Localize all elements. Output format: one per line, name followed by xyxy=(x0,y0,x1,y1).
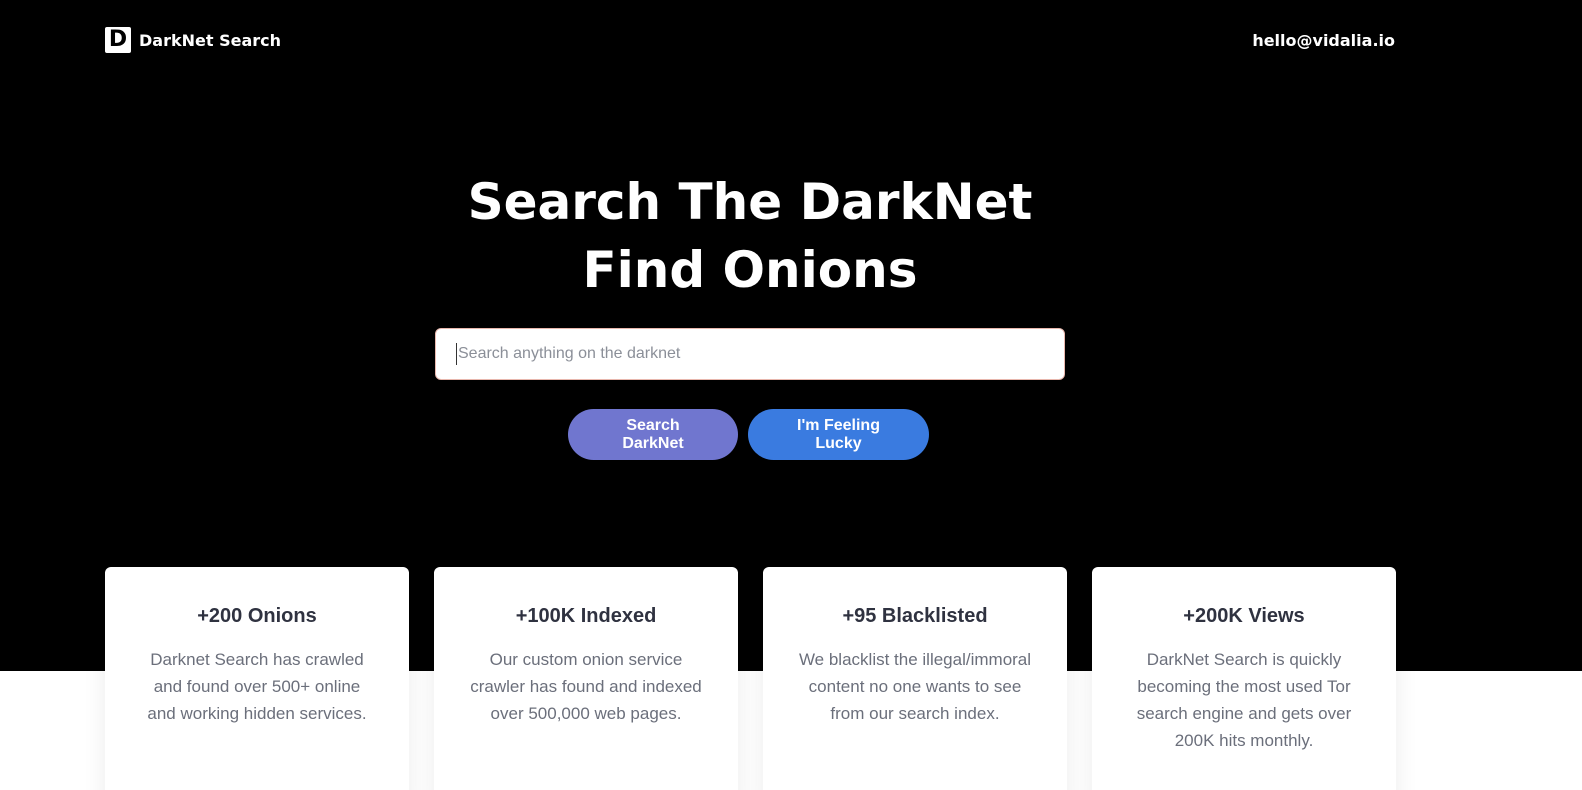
stat-card-title: +200K Views xyxy=(1183,605,1305,627)
brand-link[interactable]: D DarkNet Search xyxy=(105,27,281,53)
logo-icon: D xyxy=(105,27,131,53)
hero-title: Search The DarkNet Find Onions xyxy=(0,168,1500,304)
search-box xyxy=(435,328,1065,380)
stat-card-onions: +200 Onions Darknet Search has crawled a… xyxy=(105,567,409,790)
stat-card-text: Our custom onion service crawler has fou… xyxy=(470,650,702,723)
stat-card-title: +100K Indexed xyxy=(515,605,657,627)
feeling-lucky-button[interactable]: I'm Feeling Lucky xyxy=(748,409,929,460)
stat-card-text: DarkNet Search is quickly becoming the m… xyxy=(1136,650,1352,750)
hero-title-line2: Find Onions xyxy=(582,241,918,299)
contact-email-link[interactable]: hello@vidalia.io xyxy=(1252,31,1395,50)
search-darknet-button[interactable]: Search DarkNet xyxy=(568,409,738,460)
stat-card-text: We blacklist the illegal/immoral content… xyxy=(798,650,1032,723)
stats-cards: +200 Onions Darknet Search has crawled a… xyxy=(105,567,1396,790)
stat-card-blacklisted: +95 Blacklisted We blacklist the illegal… xyxy=(763,567,1067,790)
stat-card-views: +200K Views DarkNet Search is quickly be… xyxy=(1092,567,1396,790)
hero-title-line1: Search The DarkNet xyxy=(467,173,1033,231)
page: D DarkNet Search hello@vidalia.io Search… xyxy=(0,0,1582,790)
navbar: D DarkNet Search hello@vidalia.io xyxy=(105,26,1395,54)
brand-name: DarkNet Search xyxy=(139,30,282,50)
stat-card-title: +95 Blacklisted xyxy=(842,605,988,627)
stat-card-text: Darknet Search has crawled and found ove… xyxy=(147,650,367,723)
stat-card-indexed: +100K Indexed Our custom onion service c… xyxy=(434,567,738,790)
search-input[interactable] xyxy=(456,343,1044,365)
search-actions: Search DarkNet I'm Feeling Lucky xyxy=(568,409,929,460)
stat-card-title: +200 Onions xyxy=(197,605,317,627)
